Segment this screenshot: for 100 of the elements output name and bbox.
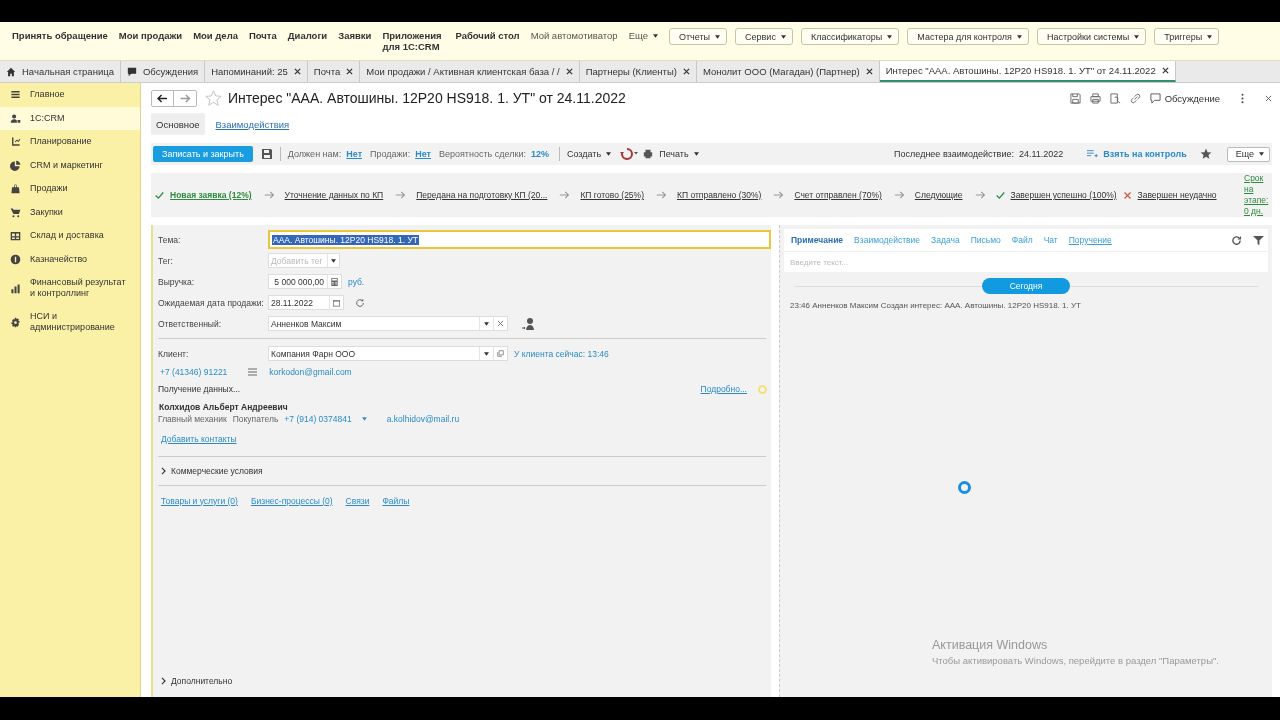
print-menu[interactable]: Печать <box>643 149 699 159</box>
stage-link[interactable]: КП отправлено (30%) <box>677 190 762 200</box>
stage-link[interactable]: Завершен успешно (100%) <box>1010 190 1117 200</box>
stage-link[interactable]: Новая заявка (12%) <box>170 190 252 200</box>
section-header[interactable]: Коммерческие условия <box>158 461 771 481</box>
menu-dropdown-button[interactable]: Отчеты <box>668 28 728 45</box>
link-icon[interactable] <box>1129 92 1141 104</box>
link[interactable]: Товары и услуги (0) <box>161 495 238 506</box>
stage-link[interactable]: Передана на подготовку КП (20... <box>416 190 548 200</box>
menu-link[interactable]: Мои продажи <box>118 30 183 41</box>
menu-dropdown-button[interactable]: Мастера для контроля <box>907 28 1029 45</box>
field-label: Тема: <box>158 234 182 245</box>
open-tab[interactable]: Почта <box>307 61 361 82</box>
calculator-icon <box>331 277 338 286</box>
sidebar-item[interactable]: Склад и доставка <box>0 224 140 248</box>
sidebar-item[interactable]: Планирование <box>0 130 140 154</box>
stage-link[interactable]: Уточнение данных по КП <box>284 190 384 200</box>
form-tab[interactable]: Взаимодействия <box>210 113 295 135</box>
stage-deadline-link[interactable]: Срок на этапе: 0 дн. <box>1244 173 1268 217</box>
sidebar-item[interactable]: Главное <box>0 83 140 107</box>
email-link[interactable]: a.kolhidov@mail.ru <box>386 414 460 424</box>
note-type-tab[interactable]: Примечание <box>791 235 844 245</box>
discussion-button[interactable]: Обсуждение <box>1149 92 1220 104</box>
save-icon[interactable] <box>1069 92 1081 104</box>
sidebar-item[interactable]: CRM и маркетинг <box>0 153 140 177</box>
field-label: Ожидаемая дата продажи: <box>158 297 262 308</box>
sidebar-item[interactable]: Продажи <box>0 177 140 201</box>
open-tab[interactable]: Начальная страница <box>0 61 121 82</box>
loading-icon <box>758 384 767 394</box>
menu-link[interactable]: Мой автомотиватор <box>530 30 618 41</box>
save-icon[interactable] <box>260 148 273 160</box>
preview-icon[interactable] <box>1109 92 1121 104</box>
sidebar-item[interactable]: Финансовый результат и контроллинг <box>0 271 140 305</box>
stage-link[interactable]: Завершен неудачно <box>1137 190 1217 200</box>
caret-icon <box>331 258 336 263</box>
link[interactable]: Связи <box>345 495 370 506</box>
sidebar-item[interactable]: Закупки <box>0 200 140 224</box>
menu-link[interactable]: Мои дела <box>193 30 238 41</box>
revenue-field[interactable]: 5 000 000,00 <box>268 274 342 289</box>
sidebar-item[interactable]: Казначейство <box>0 247 140 271</box>
date-field[interactable]: 28.11.2022 <box>268 295 344 310</box>
caret-icon[interactable] <box>361 417 367 421</box>
form-tab[interactable]: Основное <box>151 113 205 135</box>
sidebar-item[interactable]: 1С:CRM <box>0 106 140 130</box>
open-tab[interactable]: Монолит ООО (Магадан) (Партнер) <box>696 61 880 82</box>
menu-link[interactable]: Диалоги <box>287 30 328 41</box>
close-icon[interactable] <box>565 68 573 75</box>
menu-dropdown-button[interactable]: Настройки системы <box>1036 28 1147 45</box>
details-link[interactable]: Подробно... <box>700 384 747 394</box>
open-tab[interactable]: Напоминаний: 25 <box>205 61 308 82</box>
stage-link[interactable]: Счет отправлен (70%) <box>794 190 882 200</box>
probability-value: 12% <box>530 149 549 159</box>
filter-icon[interactable] <box>1253 234 1264 246</box>
refresh-icon[interactable] <box>355 297 365 308</box>
phone-link[interactable]: +7 (41346) 91221 <box>158 367 228 377</box>
open-tab[interactable]: Интерес "ААА. Автошины. 12P20 HS918. 1. УТ" от 24.11.2022 <box>879 61 1176 82</box>
client-time: У клиента сейчас: 13:46 <box>514 348 609 359</box>
link[interactable]: Файлы <box>382 495 410 506</box>
more-menu[interactable]: Еще <box>628 30 658 41</box>
star-icon[interactable] <box>1199 148 1212 160</box>
note-input-field[interactable]: Введите текст... <box>784 251 1268 272</box>
person-arrow-icon[interactable] <box>522 316 536 331</box>
tag-field[interactable]: Добавить тег <box>268 253 340 268</box>
menu-link[interactable]: Рабочий стол <box>455 30 520 41</box>
client-field[interactable]: Компания Фарн ООО <box>268 346 508 361</box>
caret-icon <box>715 34 721 39</box>
open-tab[interactable]: Партнеры (Клиенты) <box>579 61 697 82</box>
star-icon[interactable] <box>205 89 222 107</box>
menu-dropdown-button[interactable]: Сервис <box>735 28 793 45</box>
menu-link[interactable]: Почта <box>248 30 277 41</box>
menu-dropdown-button[interactable]: Классификаторы <box>800 28 900 45</box>
close-icon[interactable] <box>346 68 354 75</box>
menu-link[interactable]: Приложения для 1С:CRM <box>382 30 445 52</box>
create-menu[interactable]: Создать <box>566 149 612 159</box>
email-link[interactable]: korkodon@gmail.com <box>269 367 352 377</box>
menu-link[interactable]: Заявки <box>338 30 372 41</box>
printer-icon[interactable] <box>1089 92 1101 104</box>
refresh-icon[interactable] <box>1231 234 1242 246</box>
responsible-field[interactable]: Анненков Максим <box>268 316 508 331</box>
close-icon[interactable] <box>1161 67 1169 74</box>
sidebar-item[interactable]: НСИ и администрирование <box>0 305 140 339</box>
currency-link[interactable]: руб. <box>348 276 365 287</box>
tab-label: Напоминаний: 25 <box>211 66 288 77</box>
more-options-icon[interactable] <box>1239 92 1246 104</box>
menu-dropdown-button[interactable]: Триггеры <box>1154 28 1220 45</box>
more-button[interactable]: Еще <box>1226 146 1270 162</box>
stage-link[interactable]: КП готово (25%) <box>580 190 644 200</box>
section-header[interactable]: Дополнительно <box>158 671 771 691</box>
clear-icon[interactable] <box>497 320 504 327</box>
close-icon[interactable] <box>865 68 873 75</box>
menu-link[interactable]: Принять обращение <box>12 30 108 41</box>
theme-field[interactable]: ААА. Автошины. 12P20 HS918. 1. УТ <box>268 230 771 249</box>
open-tab[interactable]: Обсуждения <box>120 61 206 82</box>
add-contacts-link[interactable]: Добавить контакты <box>161 434 237 444</box>
open-tab[interactable]: Мои продажи / Активная клиентская база / / <box>360 61 580 82</box>
close-icon[interactable] <box>293 68 301 75</box>
stage-link[interactable]: Следующие <box>914 190 963 200</box>
phone-link[interactable]: +7 (914) 0374841 <box>284 414 352 424</box>
close-icon[interactable] <box>682 68 690 75</box>
link[interactable]: Бизнес-процессы (0) <box>250 495 333 506</box>
